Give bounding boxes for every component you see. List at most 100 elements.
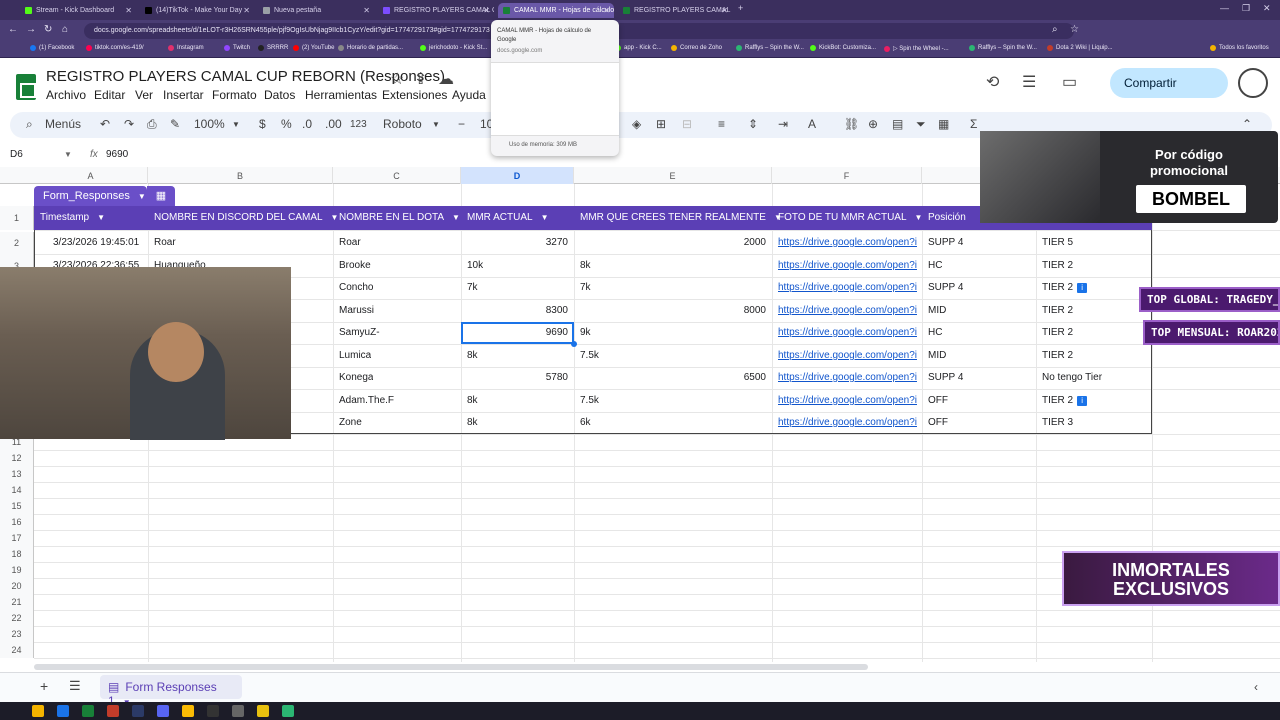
close-tab-icon[interactable]: ✕	[603, 6, 610, 15]
chevron-down-icon[interactable]: ▼	[915, 213, 923, 222]
taskbar-app-icon[interactable]	[157, 705, 169, 717]
bookmark-item[interactable]: Todos los favoritos	[1210, 45, 1269, 51]
row-header[interactable]: 17	[0, 530, 34, 546]
column-header-c[interactable]: C	[333, 167, 461, 184]
row-header[interactable]: 20	[0, 578, 34, 594]
close-tab-icon[interactable]: ✕	[721, 6, 728, 15]
row-header[interactable]: 14	[0, 482, 34, 498]
horizontal-scrollbar[interactable]	[34, 664, 868, 670]
reload-icon[interactable]: ↻	[44, 24, 52, 35]
search-icon[interactable]: ⌕	[26, 117, 33, 132]
column-header-a[interactable]: A	[34, 167, 148, 184]
sheets-logo-icon[interactable]	[16, 74, 36, 100]
taskbar-app-icon[interactable]	[57, 705, 69, 717]
menu-item-datos[interactable]: Datos	[264, 88, 295, 102]
taskbar-app-icon[interactable]	[82, 705, 94, 717]
cloud-status-icon[interactable]: ☁	[438, 69, 454, 89]
bookmark-item[interactable]: SRRRR	[258, 45, 288, 51]
all-sheets-icon[interactable]: ☰	[69, 678, 81, 694]
row-header[interactable]: 15	[0, 498, 34, 514]
insert-chart-icon[interactable]: ▤	[892, 117, 903, 131]
table-header-cell[interactable]: MMR QUE CREES TENER REALMENTE ▼	[580, 212, 782, 223]
row-header[interactable]: 22	[0, 610, 34, 626]
menu-item-herramientas[interactable]: Herramientas	[305, 88, 377, 102]
avatar[interactable]	[1238, 68, 1268, 98]
taskbar-app-icon[interactable]	[282, 705, 294, 717]
column-header-e[interactable]: E	[574, 167, 772, 184]
column-header-f[interactable]: F	[772, 167, 922, 184]
taskbar-app-icon[interactable]	[32, 705, 44, 717]
bookmark-item[interactable]: Twitch	[224, 45, 250, 51]
column-header-d[interactable]: D	[461, 167, 574, 184]
row-header[interactable]: 2	[0, 232, 34, 254]
browser-tab[interactable]: Stream - Kick Dashboard ✕	[20, 3, 136, 18]
browser-tab[interactable]: REGISTRO PLAYERS CAMAL CU ✕	[378, 3, 494, 18]
menu-search-input[interactable]: Menús	[45, 117, 81, 131]
maximize-icon[interactable]: ❐	[1242, 3, 1250, 14]
bookmark-item[interactable]: jerichodoto - Kick St...	[420, 45, 487, 51]
forward-icon[interactable]: →	[26, 24, 36, 35]
insert-link-icon[interactable]: ⛓	[844, 117, 859, 131]
row-header[interactable]: 21	[0, 594, 34, 610]
table-header-cell[interactable]: MMR ACTUAL ▼	[467, 212, 548, 223]
paint-format-icon[interactable]: ✎	[170, 117, 180, 131]
insert-comment-icon[interactable]: ⊕	[868, 117, 878, 131]
column-header-b[interactable]: B	[148, 167, 333, 184]
sheet-tab[interactable]: ▤Form Responses 1▼	[100, 675, 242, 708]
font-size-decrease-icon[interactable]: −	[458, 117, 465, 131]
table-name-tab[interactable]: Form_Responses ▼	[34, 186, 147, 206]
row-header[interactable]: 18	[0, 546, 34, 562]
row-header[interactable]: 24	[0, 642, 34, 658]
filter-views-icon[interactable]: ▦	[938, 117, 949, 131]
browser-tab[interactable]: Nueva pestaña ✕	[258, 3, 374, 18]
home-icon[interactable]: ⌂	[62, 24, 68, 35]
bookmark-item[interactable]: app - Kick C...	[615, 45, 662, 51]
align-horizontal-icon[interactable]: ≡	[718, 117, 725, 131]
number-format-button[interactable]: 123	[350, 119, 367, 130]
comments-icon[interactable]: ☰	[1022, 72, 1036, 92]
close-window-icon[interactable]: ✕	[1263, 3, 1271, 14]
browser-tab[interactable]: CAMAL MMR - Hojas de cálculo ✕	[498, 3, 614, 18]
table-header-cell[interactable]: NOMBRE EN EL DOTA ▼	[339, 212, 460, 223]
menu-item-editar[interactable]: Editar	[94, 88, 125, 102]
menu-item-ver[interactable]: Ver	[135, 88, 153, 102]
close-tab-icon[interactable]: ✕	[243, 6, 250, 15]
add-sheet-icon[interactable]: +	[40, 678, 48, 694]
chevron-down-icon[interactable]: ▼	[97, 213, 105, 222]
chevron-down-icon[interactable]: ▼	[452, 213, 460, 222]
taskbar-app-icon[interactable]	[107, 705, 119, 717]
bookmark-item[interactable]: Dota 2 Wiki | Liquip...	[1047, 45, 1113, 51]
bookmark-item[interactable]: Instagram	[168, 45, 204, 51]
row-header[interactable]: 1	[0, 206, 34, 230]
borders-icon[interactable]: ⊞	[656, 117, 666, 131]
minimize-icon[interactable]: —	[1220, 3, 1229, 13]
taskbar-app-icon[interactable]	[207, 705, 219, 717]
close-tab-icon[interactable]: ✕	[125, 6, 132, 15]
increase-decimal-button[interactable]: .00	[325, 117, 342, 131]
selected-cell[interactable]	[461, 322, 574, 344]
chevron-down-icon[interactable]: ▼	[432, 120, 440, 129]
close-tab-icon[interactable]: ✕	[483, 6, 490, 15]
row-header[interactable]: 16	[0, 514, 34, 530]
decrease-decimal-button[interactable]: .0	[302, 117, 312, 131]
chevron-down-icon[interactable]: ▼	[541, 213, 549, 222]
zoom-icon[interactable]: ⌕	[1052, 24, 1058, 35]
table-header-cell[interactable]: Timestamp ▼	[40, 212, 105, 223]
move-icon[interactable]: ⇪	[414, 69, 427, 89]
new-tab-icon[interactable]: +	[738, 3, 743, 13]
menu-item-extensiones[interactable]: Extensiones	[382, 88, 447, 102]
explore-collapse-icon[interactable]: ‹	[1254, 680, 1258, 694]
chevron-down-icon[interactable]: ▼	[64, 150, 72, 159]
menu-item-insertar[interactable]: Insertar	[163, 88, 204, 102]
filter-icon[interactable]: ⏷	[916, 117, 926, 132]
bookmark-item[interactable]: ▷ Spin the Wheel -...	[884, 45, 949, 52]
chevron-down-icon[interactable]: ▼	[232, 120, 240, 129]
menu-item-archivo[interactable]: Archivo	[46, 88, 86, 102]
star-icon[interactable]: ☆	[1070, 24, 1079, 35]
percent-format-button[interactable]: %	[281, 117, 292, 131]
back-icon[interactable]: ←	[8, 24, 18, 35]
name-box[interactable]: D6	[10, 149, 23, 160]
collapse-toolbar-icon[interactable]: ⌃	[1242, 117, 1252, 131]
bookmark-item[interactable]: tiktok.com/es-419/	[86, 45, 144, 51]
bookmark-item[interactable]: Rafflys – Spin the W...	[736, 45, 804, 51]
